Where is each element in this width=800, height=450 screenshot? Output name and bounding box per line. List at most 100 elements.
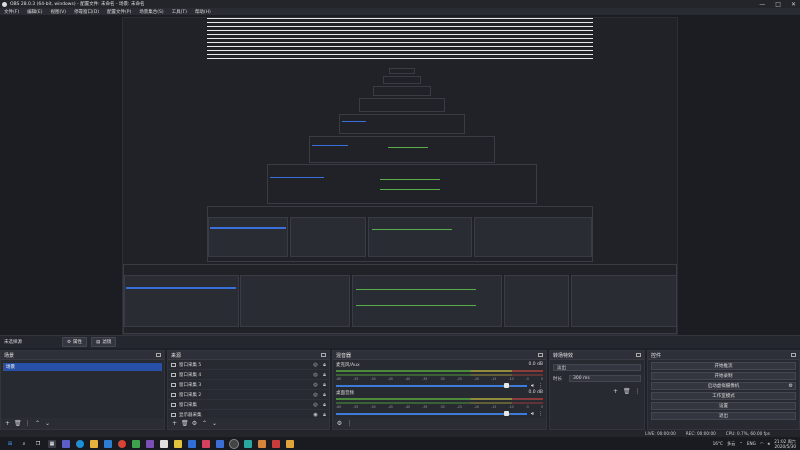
- volume-slider[interactable]: [336, 411, 527, 416]
- add-transition-button[interactable]: +: [612, 388, 619, 395]
- undock-icon[interactable]: [321, 353, 326, 357]
- search-icon[interactable]: ⌕: [20, 440, 28, 448]
- obs-taskbar-icon[interactable]: [229, 438, 239, 449]
- menu-help[interactable]: 帮助(H): [191, 9, 215, 15]
- transition-type-row: 淡出: [553, 364, 641, 371]
- menu-view[interactable]: 视图(V): [46, 9, 70, 15]
- lang-indicator[interactable]: ENG: [747, 441, 756, 446]
- start-streaming-button[interactable]: 开始推流: [651, 362, 796, 370]
- edge-icon[interactable]: [76, 439, 84, 448]
- app-icon[interactable]: [132, 439, 140, 448]
- preview-canvas[interactable]: [122, 17, 678, 335]
- move-up-icon[interactable]: ⌃: [201, 420, 208, 427]
- remove-transition-button[interactable]: 🗑: [623, 388, 631, 395]
- menu-scene-collection[interactable]: 场景集合(S): [135, 9, 167, 15]
- windows-start-icon[interactable]: ⊞: [6, 440, 14, 448]
- app-icon[interactable]: [258, 439, 266, 448]
- lock-icon[interactable]: 🔒︎: [320, 402, 329, 408]
- eye-icon[interactable]: ◎: [311, 372, 320, 378]
- app-icon[interactable]: [216, 439, 224, 448]
- tick: -45: [387, 405, 393, 409]
- menu-file[interactable]: 文件(F): [0, 9, 23, 15]
- move-down-icon[interactable]: ⌄: [44, 420, 51, 427]
- eye-icon[interactable]: ◎: [311, 382, 320, 388]
- app-icon[interactable]: [174, 439, 182, 448]
- menu-edit[interactable]: 编辑(E): [23, 9, 46, 15]
- lock-icon[interactable]: 🔒︎: [320, 392, 329, 398]
- eye-icon[interactable]: ◉: [311, 412, 320, 418]
- eye-icon[interactable]: ◎: [311, 402, 320, 408]
- filters-button[interactable]: ▤ 滤镜: [91, 337, 117, 347]
- chevron-up-icon[interactable]: ⌃: [739, 441, 743, 446]
- add-source-button[interactable]: +: [171, 420, 178, 427]
- app-icon[interactable]: [272, 439, 280, 448]
- transition-select[interactable]: 淡出: [553, 364, 641, 371]
- explorer-icon[interactable]: [90, 439, 98, 448]
- move-up-icon[interactable]: ⌃: [34, 420, 41, 427]
- widgets-icon[interactable]: ▦: [48, 439, 56, 448]
- source-settings-icon[interactable]: ⚙: [191, 420, 198, 427]
- store-icon[interactable]: [104, 439, 112, 448]
- exit-button[interactable]: 退出: [651, 412, 796, 420]
- wifi-icon[interactable]: ◠: [760, 441, 764, 446]
- settings-button[interactable]: 设置: [651, 402, 796, 410]
- source-item[interactable]: 窗口采集 5 ◎ 🔒︎: [168, 360, 329, 370]
- volume-icon[interactable]: 🔊︎: [768, 441, 771, 446]
- source-name: 窗口采集 2: [179, 392, 202, 398]
- live-status: LIVE: 00:00:00: [645, 431, 676, 436]
- source-item[interactable]: 窗口采集 3 ◎ 🔒︎: [168, 380, 329, 390]
- lock-icon[interactable]: 🔒︎: [320, 362, 329, 368]
- remove-source-button[interactable]: 🗑: [181, 420, 189, 427]
- app-icon[interactable]: [286, 439, 294, 448]
- minimize-button[interactable]: —: [759, 1, 765, 8]
- eye-icon[interactable]: ◎: [311, 362, 320, 368]
- source-item[interactable]: 窗口采集 ◎ 🔒︎: [168, 400, 329, 410]
- lock-icon[interactable]: 🔒︎: [320, 372, 329, 378]
- virtual-camera-button[interactable]: 启动虚拟摄像机 ⚙: [651, 382, 796, 390]
- undock-icon[interactable]: [791, 353, 796, 357]
- settings-icon[interactable]: ⋮: [24, 420, 31, 427]
- source-item[interactable]: 窗口采集 2 ◎ 🔒︎: [168, 390, 329, 400]
- slider-handle[interactable]: [503, 411, 509, 416]
- menu-tools[interactable]: 工具(T): [168, 9, 191, 15]
- slider-handle[interactable]: [503, 383, 509, 388]
- app-icon[interactable]: [146, 439, 154, 448]
- preview-area[interactable]: [0, 15, 800, 335]
- move-down-icon[interactable]: ⌄: [211, 420, 218, 427]
- speaker-icon[interactable]: 🔊︎: [531, 411, 534, 417]
- task-view-icon[interactable]: ❐: [34, 440, 42, 448]
- maximize-button[interactable]: □: [775, 1, 781, 8]
- studio-mode-button[interactable]: 工作室模式: [651, 392, 796, 400]
- mixer-menu-icon[interactable]: ⋮: [346, 420, 353, 427]
- eye-icon[interactable]: ◎: [311, 392, 320, 398]
- add-scene-button[interactable]: +: [4, 420, 11, 427]
- undock-icon[interactable]: [636, 353, 641, 357]
- transition-menu-icon[interactable]: ⋮: [634, 388, 641, 395]
- lock-icon[interactable]: 🔒︎: [320, 412, 329, 418]
- source-item[interactable]: 窗口采集 4 ◎ 🔒︎: [168, 370, 329, 380]
- duration-input[interactable]: 300 ms: [569, 375, 641, 382]
- remove-scene-button[interactable]: 🗑: [14, 420, 22, 427]
- lock-icon[interactable]: 🔒︎: [320, 382, 329, 388]
- undock-icon[interactable]: [156, 353, 161, 357]
- properties-button[interactable]: ⚙ 属性: [62, 337, 88, 347]
- more-options-icon[interactable]: ⋮: [538, 383, 543, 389]
- clock[interactable]: 21:02 周六 2020/5/30: [774, 439, 796, 449]
- app-icon[interactable]: [188, 439, 196, 448]
- app-icon[interactable]: [244, 439, 252, 448]
- chat-icon[interactable]: [62, 439, 70, 448]
- advanced-audio-icon[interactable]: ⚙: [336, 420, 343, 427]
- more-options-icon[interactable]: ⋮: [538, 411, 543, 417]
- speaker-icon[interactable]: 🔊︎: [531, 383, 534, 389]
- scene-item[interactable]: 场景: [3, 363, 162, 371]
- close-button[interactable]: ✕: [791, 1, 796, 8]
- menu-profile[interactable]: 配置文件(P): [103, 9, 135, 15]
- undock-icon[interactable]: [538, 353, 543, 357]
- menu-docks[interactable]: 停靠窗口(D): [70, 9, 103, 15]
- app-icon[interactable]: [202, 439, 210, 448]
- gear-icon[interactable]: ⚙: [789, 383, 793, 389]
- volume-slider[interactable]: [336, 383, 527, 388]
- app-icon[interactable]: [160, 439, 168, 448]
- chrome-icon[interactable]: [118, 439, 126, 448]
- start-recording-button[interactable]: 开始录制: [651, 372, 796, 380]
